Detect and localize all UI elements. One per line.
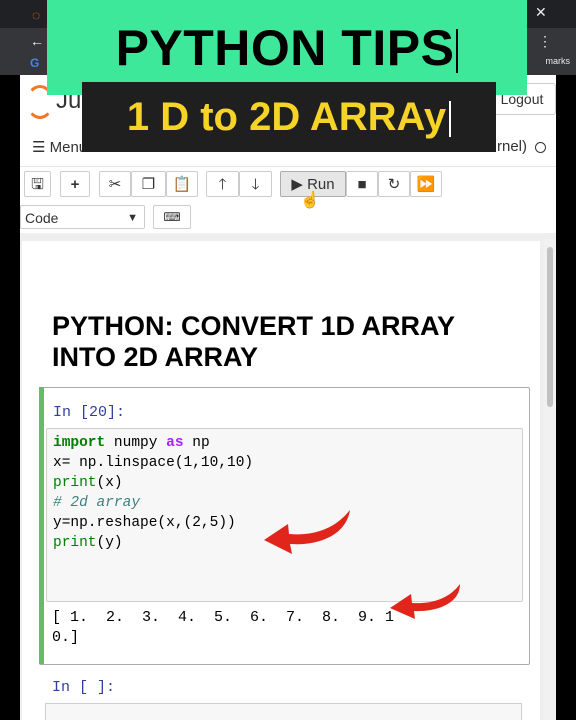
banner-title: PYTHON TIPS [116,19,459,77]
more-menu-icon[interactable]: ⋮ [538,34,552,48]
fast-forward-icon: ⏩ [416,176,436,193]
code-cell-empty[interactable]: In [ ]: [39,669,528,720]
move-down-button[interactable]: 🡓 [239,171,272,197]
back-arrow-icon[interactable]: ← [30,34,44,48]
menu-button[interactable]: ☰ Menu [32,138,87,156]
title-banner: PYTHON TIPS [47,0,527,95]
code-line: print(x) [53,475,123,491]
cell-type-select[interactable]: Code ▼ [20,205,145,229]
restart-button[interactable]: ↻ [378,171,410,197]
save-button[interactable]: 🖫 [24,171,51,197]
text-caret [456,29,459,74]
code-line: print(y) [53,535,123,551]
stop-icon: ■ [357,176,367,193]
command-palette-button[interactable]: ⌨ [153,205,191,229]
red-arrow-icon [264,510,350,554]
mouse-pointer-icon: ☝ [300,192,320,209]
red-arrow-icon [390,584,460,619]
jupyter-page: Ju Logout ☰ Menu rnel) 🖫 + ✂ ❐ 📋 🡑 🡓 ▶ R… [20,75,556,720]
notebook-area: PYTHON: CONVERT 1D ARRAY INTO 2D ARRAY I… [20,233,556,720]
plus-icon: + [70,176,80,193]
code-comment-line: # 2d array [53,495,141,511]
code-line: y=np.reshape(x,(2,5)) [53,515,236,531]
google-favicon-icon: G [30,56,40,70]
vertical-scrollbar[interactable] [544,239,556,720]
insert-cell-button[interactable]: + [60,171,90,197]
bookmarks-label[interactable]: marks [546,56,571,66]
cell-selected-indicator [39,387,44,664]
arrow-down-icon: 🡓 [251,176,260,193]
code-line: import numpy as np [53,435,210,451]
output-line: 0.] [52,629,80,646]
close-window-icon[interactable]: ✕ [535,5,547,19]
subtitle-banner: 1 D to 2D ARRAy [82,82,496,152]
save-icon: 🖫 [31,176,44,193]
restart-run-all-button[interactable]: ⏩ [410,171,442,197]
output-line: [ 1. 2. 3. 4. 5. 6. 7. 8. 9. 1 [52,609,395,626]
notebook-toolbar: 🖫 + ✂ ❐ 📋 🡑 🡓 ▶ Run ■ ↻ ⏩ Code ▼ ⌨ [20,167,556,233]
cut-button[interactable]: ✂ [99,171,131,197]
cell-input-prompt: In [ ]: [52,679,116,696]
paste-button[interactable]: 📋 [166,171,198,197]
text-caret [449,100,452,137]
paste-icon: 📋 [172,176,192,193]
scissors-icon: ✂ [108,176,122,193]
copy-icon: ❐ [141,176,156,193]
banner-subtitle: 1 D to 2D ARRAy [127,95,452,140]
chevron-down-icon: ▼ [127,212,138,224]
interrupt-button[interactable]: ■ [346,171,378,197]
cell-output: [ 1. 2. 3. 4. 5. 6. 7. 8. 9. 1 0.] [52,608,394,648]
restart-icon: ↻ [387,176,401,193]
cell-input-prompt: In [20]: [53,404,126,421]
kernel-idle-icon [535,141,546,153]
code-line: x= np.linspace(1,10,10) [53,455,254,471]
hamburger-icon: ☰ [32,139,46,156]
kernel-label: rnel) [496,138,527,155]
code-editor-empty[interactable] [45,703,522,720]
copy-button[interactable]: ❐ [131,171,166,197]
notebook-sheet: PYTHON: CONVERT 1D ARRAY INTO 2D ARRAY I… [22,241,540,720]
notebook-heading: PYTHON: CONVERT 1D ARRAY INTO 2D ARRAY [52,311,455,372]
cell-type-value: Code [25,210,59,226]
keyboard-icon: ⌨ [163,210,181,224]
chrome-tab-icon[interactable]: ◌ [32,8,40,22]
kernel-status: rnel) [497,138,546,155]
move-up-button[interactable]: 🡑 [206,171,239,197]
arrow-up-icon: 🡑 [218,176,227,193]
scrollbar-thumb[interactable] [547,247,553,407]
